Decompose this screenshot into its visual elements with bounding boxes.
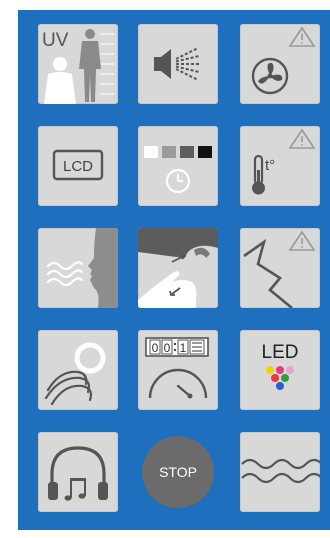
crack-button[interactable] <box>240 228 320 308</box>
wind-button[interactable] <box>38 330 118 410</box>
headphones-music-icon <box>48 446 108 501</box>
led-label: LED <box>262 342 299 363</box>
hand-water-icon <box>138 228 218 308</box>
icon-panel: UV LCD t° 0 0 1 LED STOP <box>18 10 330 530</box>
uv-button[interactable]: UV <box>38 24 118 104</box>
stop-label: STOP <box>159 464 197 480</box>
counter-gauge-button[interactable]: 0 0 1 <box>138 330 218 410</box>
fan-button[interactable] <box>240 24 320 104</box>
thermometer-icon: t° <box>252 128 316 195</box>
hand-water-button[interactable] <box>138 228 218 308</box>
temperature-label: t° <box>265 157 275 174</box>
stop-icon: STOP <box>142 436 214 508</box>
wind-spiral-icon <box>44 342 106 406</box>
contrast-timer-button[interactable] <box>138 126 218 206</box>
lcd-label: LCD <box>63 158 93 175</box>
uv-body-icon: UV <box>42 29 114 104</box>
wave-icon <box>241 458 320 484</box>
sound-button[interactable] <box>138 24 218 104</box>
fan-icon <box>251 26 316 95</box>
speaker-icon <box>154 47 200 81</box>
audio-button[interactable] <box>38 432 118 512</box>
uv-label: UV <box>42 30 69 51</box>
timer-digit-1: 0 <box>152 341 159 355</box>
wave-button[interactable] <box>240 432 320 512</box>
timer-digit-2: 0 <box>164 341 171 355</box>
crack-icon <box>243 230 316 308</box>
stop-button[interactable]: STOP <box>138 432 218 512</box>
contrast-timer-icon <box>144 146 212 194</box>
led-button[interactable]: LED <box>240 330 320 410</box>
lcd-button[interactable]: LCD <box>38 126 118 206</box>
airflow-button[interactable] <box>38 228 118 308</box>
timer-digit-3: 1 <box>180 341 187 355</box>
lcd-icon: LCD <box>52 149 104 181</box>
temperature-button[interactable]: t° <box>240 126 320 206</box>
counter-gauge-icon: 0 0 1 <box>145 337 209 399</box>
face-airflow-icon <box>46 228 118 308</box>
led-cluster-icon: LED <box>262 342 299 390</box>
